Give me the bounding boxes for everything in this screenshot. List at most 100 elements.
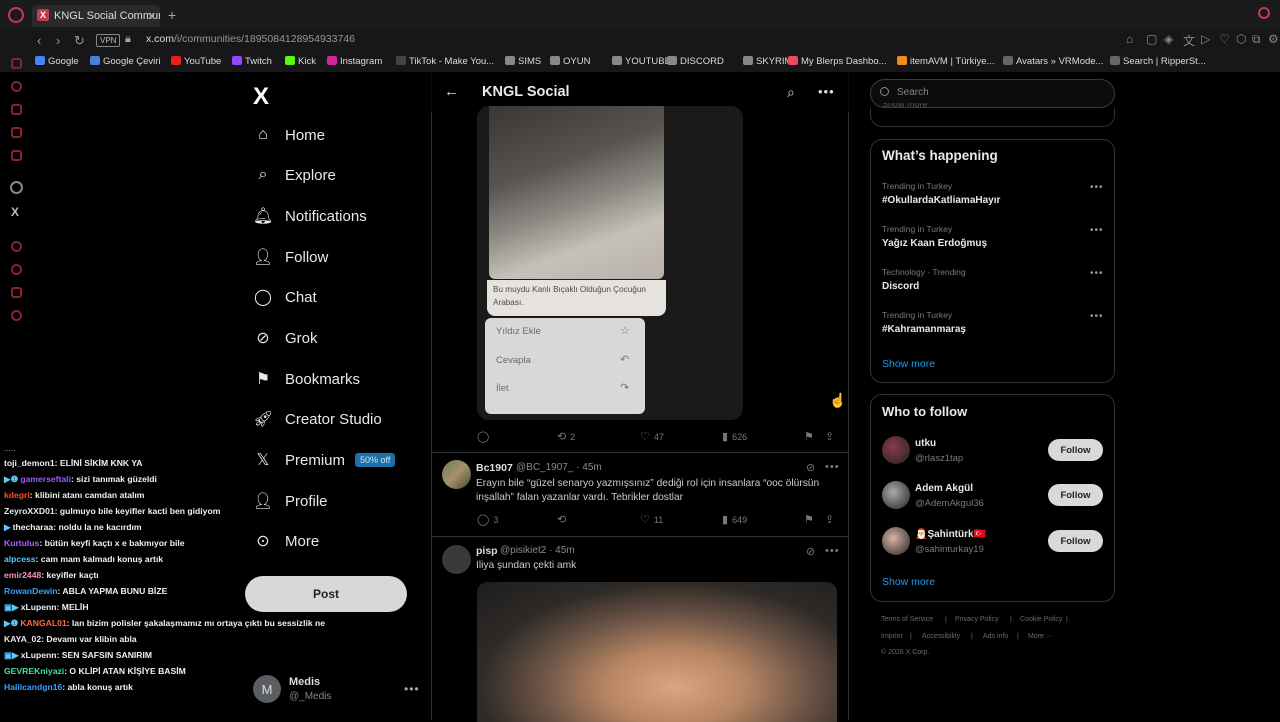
tweet-meta[interactable]: @pisikiet2 · 45m [500, 545, 575, 556]
tweet-author-name[interactable]: pisp [476, 545, 498, 557]
sidebar-chat-icon[interactable] [11, 127, 22, 138]
like-button[interactable]: ♡ 47 [640, 430, 664, 443]
vpn-badge[interactable]: VPN [96, 34, 121, 47]
footer-link[interactable]: Accessibility [922, 633, 960, 640]
trend-more-icon[interactable]: ••• [1090, 311, 1104, 322]
tweet-meta[interactable]: @BC_1907_ · 45m [516, 462, 602, 473]
opera-menu-icon[interactable] [8, 7, 24, 23]
footer-link[interactable]: More ··· [1028, 633, 1053, 640]
bookmark-item[interactable]: Instagram [327, 56, 382, 67]
bookmark-item[interactable]: SKYRIM [743, 56, 792, 67]
bookmark-item[interactable]: YOUTUBE [612, 56, 671, 67]
trend-topic[interactable]: Yağız Kaan Erdoğmuş [882, 238, 987, 249]
show-more-link-clipped[interactable]: Show more [882, 103, 928, 111]
sidebar-settings-icon[interactable] [11, 310, 22, 321]
views-button[interactable]: ▮ 626 [722, 430, 747, 443]
settings-icon[interactable]: ⚙ [1268, 32, 1279, 46]
nav-item-notifications[interactable]: 🔔︎ Notifications [253, 200, 367, 232]
bookmark-button[interactable]: ⚑ [804, 430, 818, 443]
avatar[interactable] [882, 527, 910, 555]
footer-link[interactable]: Cookie Policy [1020, 616, 1062, 623]
snapshot-icon[interactable]: ▢ [1146, 32, 1157, 46]
sidebar-chatgpt-icon[interactable] [10, 181, 23, 194]
share-button[interactable]: ⇪ [825, 430, 838, 443]
footer-link[interactable]: © 2026 X Corp. [881, 649, 929, 656]
community-search-icon[interactable]: ⌕ [787, 84, 795, 101]
community-more-icon[interactable]: ••• [818, 84, 835, 99]
footer-link[interactable]: Imprint [881, 633, 902, 640]
nav-item-chat[interactable]: ◯ Chat [254, 281, 317, 313]
x-logo[interactable]: X [253, 83, 269, 111]
tweet-author-name[interactable]: Bc1907 [476, 462, 513, 474]
avatar[interactable] [882, 481, 910, 509]
nav-item-grok[interactable]: ⊘ Grok [254, 322, 317, 354]
repost-button[interactable]: ⟲ 2 [557, 430, 575, 443]
sidebar-refresh-icon[interactable] [11, 81, 22, 92]
bookmark-button[interactable]: ⚑ [804, 513, 818, 526]
reload-icon[interactable]: ↻ [74, 33, 85, 49]
reply-button[interactable]: ◯ [477, 430, 493, 443]
follow-button[interactable]: Follow [1048, 484, 1103, 506]
sidebar-messenger-icon[interactable] [11, 150, 22, 161]
browser-tab[interactable]: KNGL Social Community / [32, 5, 160, 27]
tab-close-icon[interactable]: ✕ [147, 10, 156, 23]
tweet-more-icon[interactable]: ••• [825, 545, 840, 557]
bookmark-item[interactable]: OYUN [550, 56, 590, 67]
bookmark-item[interactable]: Google [35, 56, 79, 67]
views-button[interactable]: ▮ 649 [722, 513, 747, 526]
extensions-icon[interactable]: ⧉ [1252, 32, 1261, 47]
reply-button[interactable]: ◯ 3 [477, 513, 498, 526]
nav-item-creator-studio[interactable]: 🚀︎ Creator Studio [253, 403, 382, 435]
tweet-avatar[interactable] [442, 545, 471, 574]
tweet-avatar[interactable] [442, 460, 471, 489]
trend-more-icon[interactable]: ••• [1090, 182, 1104, 193]
grok-icon[interactable]: ⊘ [806, 461, 815, 474]
sidebar-bag-icon[interactable] [11, 104, 22, 115]
bookmark-item[interactable]: itemAVM | Türkiye... [897, 56, 994, 67]
follow-button[interactable]: Follow [1048, 530, 1103, 552]
bookmark-item[interactable]: DISCORD [667, 56, 724, 67]
new-tab-icon[interactable]: + [168, 7, 176, 23]
forward-arrow-icon[interactable]: › [56, 33, 60, 48]
account-more-icon[interactable]: ••• [404, 682, 420, 696]
follow-button[interactable]: Follow [1048, 439, 1103, 461]
follow-name[interactable]: Adem Akgül [915, 483, 973, 494]
avatar[interactable] [882, 436, 910, 464]
follow-name[interactable]: 🎅Şahintürk🇹🇷 [915, 529, 986, 540]
bookmark-item[interactable]: Search | RipperSt... [1110, 56, 1206, 67]
trend-topic[interactable]: #Kahramanmaraş [882, 324, 966, 335]
footer-link[interactable]: Privacy Policy [955, 616, 999, 623]
heart-icon[interactable]: ♡ [1219, 32, 1230, 46]
sidebar-player-icon[interactable] [11, 241, 22, 252]
url-field[interactable]: x.com/i/communities/1895084128954933746 [146, 33, 355, 45]
follow-name[interactable]: utku [915, 438, 936, 449]
bookmark-item[interactable]: Kick [285, 56, 316, 67]
sidebar-clock-icon[interactable] [11, 264, 22, 275]
show-more-link[interactable]: Show more [882, 358, 935, 370]
share-button[interactable]: ⇪ [825, 513, 838, 526]
back-arrow-icon[interactable]: ‹ [37, 33, 41, 48]
nav-item-follow[interactable]: 👤︎ Follow [253, 241, 329, 273]
bookmark-item[interactable]: TikTok - Make You... [396, 56, 494, 67]
lock-icon[interactable]: 🔒︎ [125, 33, 131, 46]
trend-more-icon[interactable]: ••• [1090, 268, 1104, 279]
tweet-media-image[interactable] [477, 582, 837, 722]
bookmark-item[interactable]: SIMS [505, 56, 541, 67]
bookmark-item[interactable]: Google Çeviri [90, 56, 161, 67]
show-more-link[interactable]: Show more [882, 576, 935, 588]
translate-icon[interactable]: 文 [1183, 32, 1195, 49]
sidebar-mail-icon[interactable] [11, 58, 22, 69]
bookmark-item[interactable]: Twitch [232, 56, 272, 67]
trend-more-icon[interactable]: ••• [1090, 225, 1104, 236]
bookmark-page-icon[interactable]: ⌂ [1126, 32, 1133, 46]
trend-topic[interactable]: #OkullardaKatliamaHayır [882, 195, 1000, 206]
cube-icon[interactable]: ⬡ [1236, 32, 1246, 46]
sidebar-x-icon[interactable]: X [11, 205, 19, 219]
repost-button[interactable]: ⟲ [557, 513, 570, 526]
nav-item-explore[interactable]: ⌕ Explore [254, 159, 336, 191]
trend-topic[interactable]: Discord [882, 281, 919, 292]
nav-item-bookmarks[interactable]: ⚑ Bookmarks [254, 363, 360, 395]
back-arrow-icon[interactable]: ← [444, 83, 459, 100]
like-button[interactable]: ♡ 11 [640, 513, 663, 526]
footer-link[interactable]: Ads info [983, 633, 1008, 640]
